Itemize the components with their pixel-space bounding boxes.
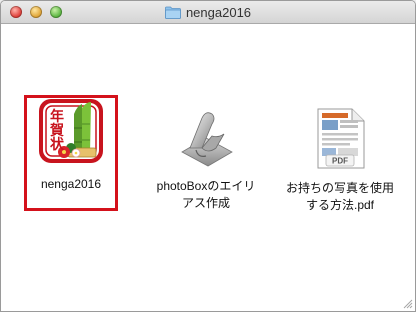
file-item-pdf[interactable]: PDF お持ちの写真を使用 する方法.pdf: [275, 108, 405, 214]
nenga-app-icon: 年 賀 状: [39, 99, 103, 163]
pdf-badge: PDF: [332, 157, 348, 166]
folder-content: 年 賀 状 nenga2016 photoBoxのエイリ アス作成 PDF お持…: [1, 24, 415, 311]
file-item-photobox-alias[interactable]: photoBoxのエイリ アス作成: [141, 108, 271, 212]
file-item-nenga2016[interactable]: 年 賀 状 nenga2016: [25, 98, 117, 193]
pdf-document-icon: PDF: [317, 108, 365, 169]
resize-grip-icon[interactable]: [402, 298, 413, 309]
title-bar[interactable]: nenga2016: [1, 1, 415, 24]
file-label: photoBoxのエイリ アス作成: [156, 179, 256, 210]
folder-icon: [165, 6, 181, 19]
file-label: nenga2016: [40, 177, 102, 191]
window-title: nenga2016: [185, 5, 252, 20]
applescript-icon: [181, 112, 233, 167]
file-label: お持ちの写真を使用 する方法.pdf: [285, 181, 394, 212]
nenga-kanji-3: 状: [50, 136, 65, 153]
finder-window: nenga2016 年 賀 状 nenga2016 photoBoxのエイリ ア…: [0, 0, 416, 312]
window-title-area: nenga2016: [1, 4, 415, 22]
